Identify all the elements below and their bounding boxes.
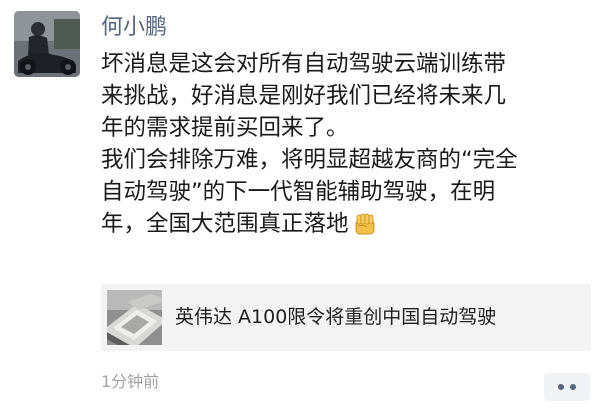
post-text-line: 自动驾驶”的下一代智能辅助驾驶，在明 — [101, 179, 496, 205]
avatar[interactable] — [14, 11, 80, 77]
raised-fist-emoji-icon — [353, 212, 377, 236]
post-text: 坏消息是这会对所有自动驾驶云端训练带 来挑战，好消息是刚好我们已经将未来几 年的… — [101, 48, 591, 240]
post-text-line: 坏消息是这会对所有自动驾驶云端训练带 — [101, 51, 507, 77]
post-text-last-line: 年，全国大范围真正落地 — [101, 208, 591, 240]
post-text-line: 我们会排除万难，将明显超越友商的“完全 — [101, 147, 518, 173]
timestamp: 1分钟前 — [101, 372, 160, 391]
dot — [558, 384, 564, 390]
link-card[interactable]: 英伟达 A100限令将重创中国自动驾驶 — [101, 284, 591, 351]
author-name[interactable]: 何小鹏 — [101, 13, 167, 43]
more-dots-icon[interactable] — [544, 373, 590, 401]
post-text-line: 来挑战，好消息是刚好我们已经将未来几 — [101, 83, 507, 109]
dot — [570, 384, 576, 390]
post-text-line: 年的需求提前买回来了。 — [101, 115, 349, 141]
post-text-line: 年，全国大范围真正落地 — [101, 211, 349, 237]
link-title[interactable]: 英伟达 A100限令将重创中国自动驾驶 — [175, 302, 496, 332]
chip-thumbnail-icon — [107, 290, 162, 345]
